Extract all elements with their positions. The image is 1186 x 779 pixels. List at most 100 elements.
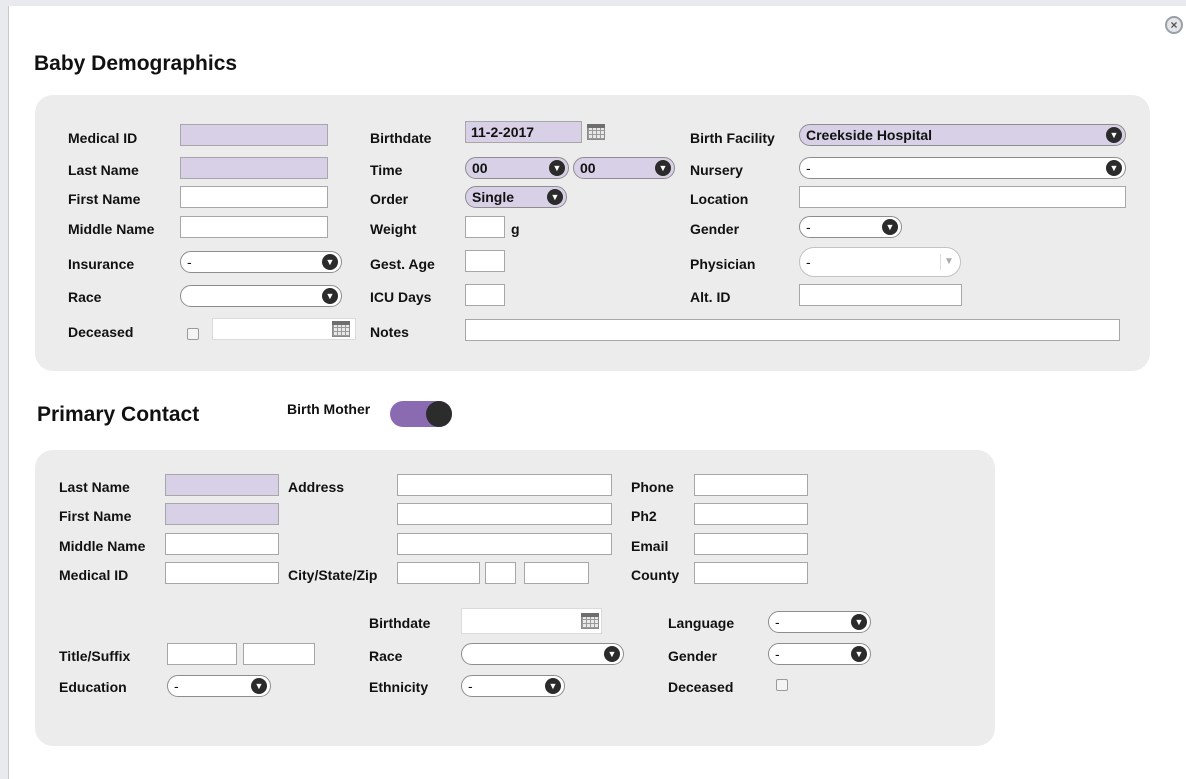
insurance-select[interactable]: - ▼ bbox=[180, 251, 342, 273]
contact-race-label: Race bbox=[369, 648, 403, 664]
time-label: Time bbox=[370, 162, 403, 178]
baby-demographics-dialog: × Baby Demographics Medical ID Last Name… bbox=[8, 6, 1186, 779]
calendar-icon[interactable] bbox=[581, 613, 599, 629]
gender-select[interactable]: - ▼ bbox=[799, 216, 902, 238]
ethnicity-label: Ethnicity bbox=[369, 679, 429, 695]
order-value: Single bbox=[472, 189, 515, 205]
gender-label: Gender bbox=[690, 221, 740, 237]
last-name-input[interactable] bbox=[180, 157, 328, 179]
contact-birthdate-label: Birthdate bbox=[369, 615, 431, 631]
physician-select[interactable]: - ▼ bbox=[799, 247, 961, 277]
first-name-label: First Name bbox=[68, 191, 141, 207]
zip-input[interactable] bbox=[524, 562, 589, 584]
nursery-label: Nursery bbox=[690, 162, 743, 178]
weight-unit-label: g bbox=[511, 221, 520, 237]
primary-contact-title: Primary Contact bbox=[37, 403, 200, 426]
address-label: Address bbox=[288, 479, 345, 495]
city-input[interactable] bbox=[397, 562, 480, 584]
county-input[interactable] bbox=[694, 562, 808, 584]
chevron-down-icon: ▼ bbox=[251, 678, 267, 694]
middle-name-input[interactable] bbox=[180, 216, 328, 238]
phone-label: Phone bbox=[631, 479, 674, 495]
gest-age-input[interactable] bbox=[465, 250, 505, 272]
phone-input[interactable] bbox=[694, 474, 808, 496]
language-select[interactable]: - ▼ bbox=[768, 611, 871, 633]
address-line2-input[interactable] bbox=[397, 503, 612, 525]
email-label: Email bbox=[631, 538, 669, 554]
chevron-down-icon: ▼ bbox=[322, 254, 338, 270]
nursery-select[interactable]: - ▼ bbox=[799, 157, 1126, 179]
birthdate-input[interactable] bbox=[465, 121, 582, 143]
contact-medical-id-label: Medical ID bbox=[59, 567, 129, 583]
deceased-checkbox[interactable] bbox=[187, 328, 199, 340]
contact-last-name-label: Last Name bbox=[59, 479, 130, 495]
deceased-label: Deceased bbox=[68, 324, 134, 340]
notes-input[interactable] bbox=[465, 319, 1120, 341]
suffix-input[interactable] bbox=[243, 643, 315, 665]
time-hour-select[interactable]: 00 ▼ bbox=[465, 157, 569, 179]
language-value: - bbox=[775, 614, 780, 630]
ethnicity-select[interactable]: - ▼ bbox=[461, 675, 565, 697]
email-input[interactable] bbox=[694, 533, 808, 555]
nursery-value: - bbox=[806, 160, 811, 176]
education-select[interactable]: - ▼ bbox=[167, 675, 271, 697]
toggle-knob bbox=[426, 401, 452, 427]
physician-value: - bbox=[806, 254, 811, 270]
chevron-down-icon: ▼ bbox=[1106, 160, 1122, 176]
chevron-down-icon: ▼ bbox=[547, 189, 563, 205]
ph2-input[interactable] bbox=[694, 503, 808, 525]
calendar-icon[interactable] bbox=[332, 321, 350, 337]
icu-days-input[interactable] bbox=[465, 284, 505, 306]
title-suffix-label: Title/Suffix bbox=[59, 648, 131, 664]
gest-age-label: Gest. Age bbox=[370, 256, 435, 272]
race-select[interactable]: ▼ bbox=[180, 285, 342, 307]
calendar-icon[interactable] bbox=[587, 124, 605, 140]
insurance-value: - bbox=[187, 254, 192, 270]
order-select[interactable]: Single ▼ bbox=[465, 186, 567, 208]
education-label: Education bbox=[59, 679, 127, 695]
county-label: County bbox=[631, 567, 680, 583]
icu-days-label: ICU Days bbox=[370, 289, 432, 305]
time-minute-value: 00 bbox=[580, 160, 596, 176]
contact-first-name-input[interactable] bbox=[165, 503, 279, 525]
time-hour-value: 00 bbox=[472, 160, 488, 176]
baby-demographics-panel: Medical ID Last Name First Name Middle N… bbox=[35, 95, 1150, 371]
ph2-label: Ph2 bbox=[631, 508, 657, 524]
alt-id-input[interactable] bbox=[799, 284, 962, 306]
last-name-label: Last Name bbox=[68, 162, 139, 178]
alt-id-label: Alt. ID bbox=[690, 289, 731, 305]
chevron-down-icon: ▼ bbox=[882, 219, 898, 235]
address-line1-input[interactable] bbox=[397, 474, 612, 496]
contact-last-name-input[interactable] bbox=[165, 474, 279, 496]
birth-mother-label: Birth Mother bbox=[287, 401, 371, 417]
location-input[interactable] bbox=[799, 186, 1126, 208]
time-minute-select[interactable]: 00 ▼ bbox=[573, 157, 675, 179]
contact-deceased-checkbox[interactable] bbox=[776, 679, 788, 691]
contact-middle-name-label: Middle Name bbox=[59, 538, 146, 554]
medical-id-input[interactable] bbox=[180, 124, 328, 146]
title-input[interactable] bbox=[167, 643, 237, 665]
contact-middle-name-input[interactable] bbox=[165, 533, 279, 555]
birth-facility-select[interactable]: Creekside Hospital ▼ bbox=[799, 124, 1126, 146]
contact-first-name-label: First Name bbox=[59, 508, 132, 524]
baby-demographics-title: Baby Demographics bbox=[34, 52, 238, 75]
contact-deceased-label: Deceased bbox=[668, 679, 734, 695]
order-label: Order bbox=[370, 191, 409, 207]
race-label: Race bbox=[68, 289, 102, 305]
contact-gender-select[interactable]: - ▼ bbox=[768, 643, 871, 665]
contact-medical-id-input[interactable] bbox=[165, 562, 279, 584]
address-line3-input[interactable] bbox=[397, 533, 612, 555]
weight-label: Weight bbox=[370, 221, 417, 237]
insurance-label: Insurance bbox=[68, 256, 135, 272]
first-name-input[interactable] bbox=[180, 186, 328, 208]
weight-input[interactable] bbox=[465, 216, 505, 238]
state-input[interactable] bbox=[485, 562, 516, 584]
primary-contact-panel: Last Name First Name Middle Name Medical… bbox=[35, 450, 995, 746]
medical-id-label: Medical ID bbox=[68, 130, 138, 146]
chevron-down-icon: ▼ bbox=[851, 646, 867, 662]
close-icon[interactable]: × bbox=[1165, 16, 1183, 34]
location-label: Location bbox=[690, 191, 749, 207]
ethnicity-value: - bbox=[468, 678, 473, 694]
birth-mother-toggle[interactable] bbox=[390, 401, 452, 427]
contact-race-select[interactable]: ▼ bbox=[461, 643, 624, 665]
